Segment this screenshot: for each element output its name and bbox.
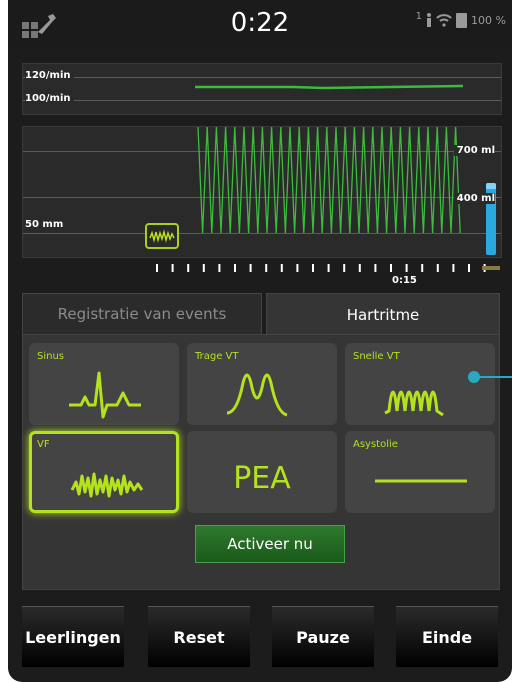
pause-button[interactable]: Pauze <box>272 606 374 667</box>
students-button[interactable]: Leerlingen <box>22 606 124 667</box>
ruler-tick <box>358 264 361 272</box>
ruler-tick <box>249 264 252 272</box>
tab-bar: Registratie van events Hartritme <box>22 293 500 335</box>
ruler-tick <box>280 264 283 272</box>
ruler-tick <box>436 264 439 272</box>
ruler-tick <box>296 264 299 272</box>
ruler-tick <box>265 264 268 272</box>
signal-count: 1 <box>415 10 423 22</box>
ruler-tick <box>452 264 455 272</box>
status-indicators: 1 100 % <box>415 10 506 28</box>
rhythm-tile-trage-vt[interactable]: Trage VT <box>187 343 337 425</box>
device-screen: 0:22 1 100 % 120/min 100/min 700 ml 400 … <box>8 0 512 682</box>
rhythm-tile-snelle-vt[interactable]: Snelle VT <box>345 343 495 425</box>
tab-heart-rhythm[interactable]: Hartritme <box>266 293 500 335</box>
battery-level: 100 % <box>471 13 506 27</box>
rhythm-tile-vf[interactable]: VF <box>29 431 179 513</box>
compression-waveform-chart: 700 ml 400 ml 50 mm <box>22 126 502 258</box>
fast-vt-rhythm-icon <box>384 390 444 417</box>
rhythm-tile-pea[interactable]: PEA <box>187 431 337 513</box>
rate-trend-line <box>195 84 464 90</box>
volume-label-upper: 700 ml <box>453 145 495 156</box>
bottom-toolbar: Leerlingen Reset Pauze Einde <box>22 602 500 672</box>
rhythm-tile-sinus[interactable]: Sinus <box>29 343 179 425</box>
ruler-tick <box>171 264 174 272</box>
vf-event-marker-icon[interactable] <box>145 223 179 249</box>
ruler-tick <box>156 264 158 272</box>
rhythm-tile-asystolie[interactable]: Asystolie <box>345 431 495 513</box>
end-button[interactable]: Einde <box>396 606 498 667</box>
ruler-tick <box>468 264 470 272</box>
pea-label: PEA <box>233 461 291 496</box>
timeline-marker: 0:15 <box>392 275 417 286</box>
ruler-tick <box>390 264 392 272</box>
ruler-tick <box>234 264 236 272</box>
depth-label: 50 mm <box>25 219 67 230</box>
status-bar: 0:22 1 100 % <box>8 0 512 46</box>
battery-icon <box>456 13 468 28</box>
rhythm-selection-panel: Sinus Trage VT Snelle VT VF PEA Asystoli… <box>22 334 500 590</box>
ruler-tick <box>327 264 330 272</box>
ruler-tick <box>202 264 205 272</box>
ruler-tick <box>218 264 221 272</box>
asystole-rhythm-icon <box>375 479 467 483</box>
tab-event-registration[interactable]: Registratie van events <box>22 293 262 335</box>
volume-label-lower: 400 ml <box>453 193 495 204</box>
ruler-tick <box>312 264 314 272</box>
ruler-tick <box>374 264 377 272</box>
wifi-icon <box>436 14 452 27</box>
ruler-tick <box>405 264 408 272</box>
ruler-tick <box>343 264 346 272</box>
person-icon <box>427 13 432 27</box>
compression-rate-chart: 120/min 100/min <box>22 63 502 115</box>
vf-rhythm-icon <box>70 472 144 498</box>
timeline-ruler <box>156 264 500 272</box>
ruler-end-marker <box>482 266 500 270</box>
reset-button[interactable]: Reset <box>148 606 250 667</box>
ventilation-volume-cap <box>486 183 496 189</box>
slow-vt-rhythm-icon <box>226 373 288 417</box>
compression-wave-trace <box>197 127 461 234</box>
ruler-tick <box>421 264 424 272</box>
sinus-rhythm-icon <box>69 371 141 419</box>
activate-now-button[interactable]: Activeer nu <box>195 525 345 563</box>
callout-dot <box>468 371 480 383</box>
ruler-tick <box>187 264 190 272</box>
compression-waveform <box>197 127 461 234</box>
